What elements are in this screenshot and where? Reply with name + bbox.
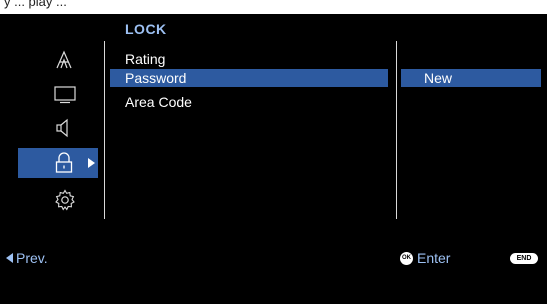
- side-menu-lock[interactable]: [18, 148, 98, 178]
- gear-icon: [54, 189, 76, 211]
- speaker-icon: [54, 118, 74, 138]
- footer-bar: Prev. OK Enter END: [0, 250, 547, 268]
- menu-item-label: Area Code: [125, 94, 192, 110]
- top-caption-strip: y ... play ...: [0, 0, 547, 14]
- menu-item-password[interactable]: Password: [110, 69, 388, 87]
- side-menu-audio[interactable]: [18, 113, 98, 143]
- left-arrow-icon: [6, 253, 13, 263]
- end-button[interactable]: END: [510, 253, 538, 264]
- lock-icon: [54, 152, 74, 174]
- submenu-arrow-icon: [88, 158, 95, 168]
- prev-button[interactable]: Prev.: [6, 250, 48, 266]
- font-icon: [54, 50, 74, 70]
- left-divider: [104, 41, 105, 219]
- menu-item-area-code[interactable]: Area Code: [110, 93, 388, 111]
- right-divider: [396, 41, 397, 219]
- menu-item-label: Rating: [125, 51, 166, 67]
- menu-item-label: Password: [125, 70, 187, 86]
- enter-button[interactable]: OK Enter: [400, 250, 450, 266]
- enter-label: Enter: [417, 250, 451, 266]
- side-menu-display[interactable]: [18, 80, 98, 110]
- side-menu-font[interactable]: [18, 45, 98, 75]
- section-title: LOCK: [125, 21, 167, 37]
- display-icon: [54, 86, 76, 104]
- osd-menu: LOCK Rating Password Area Code New Prev.…: [0, 14, 547, 304]
- submenu-item-new[interactable]: New: [401, 69, 541, 87]
- submenu-item-label: New: [424, 70, 453, 86]
- ok-button-icon: OK: [400, 251, 413, 265]
- side-menu-settings[interactable]: [18, 185, 98, 215]
- menu-item-rating[interactable]: Rating: [110, 50, 388, 68]
- prev-label: Prev.: [16, 250, 48, 266]
- top-caption: y ... play ...: [4, 0, 67, 9]
